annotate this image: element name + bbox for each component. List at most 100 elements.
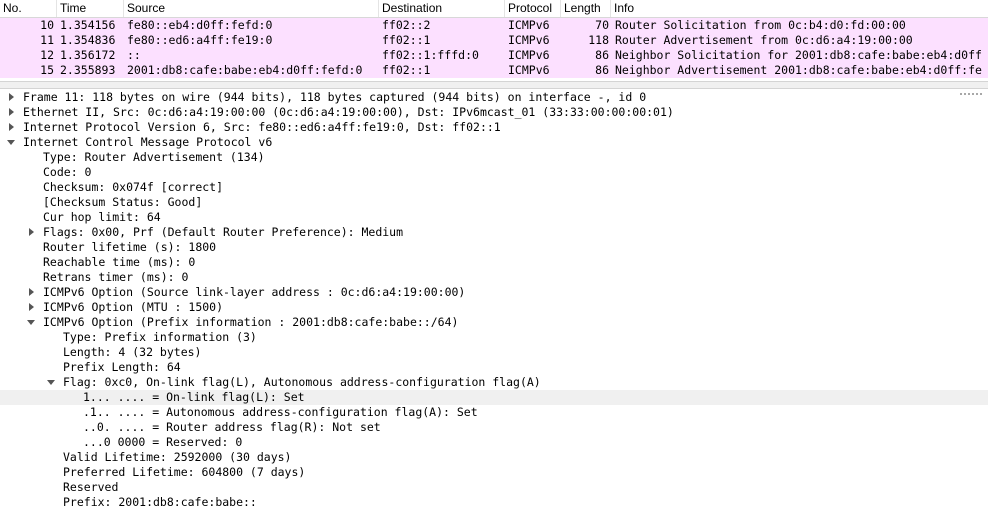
collapsed-arrow-icon[interactable]: [6, 90, 18, 105]
detail-row[interactable]: Frame 11: 118 bytes on wire (944 bits), …: [0, 90, 988, 105]
detail-row[interactable]: .1.. .... = Autonomous address-configura…: [0, 405, 988, 420]
detail-row[interactable]: Router lifetime (s): 1800: [0, 240, 988, 255]
detail-text: Type: Prefix information (3): [63, 330, 257, 344]
detail-text: Type: Router Advertisement (134): [43, 150, 265, 164]
collapsed-arrow-icon[interactable]: [6, 120, 18, 135]
detail-text: Length: 4 (32 bytes): [63, 345, 202, 359]
detail-text: Frame 11: 118 bytes on wire (944 bits), …: [23, 90, 647, 104]
detail-row[interactable]: Ethernet II, Src: 0c:d6:a4:19:00:00 (0c:…: [0, 105, 988, 120]
packet-destination: ff02::1: [382, 33, 431, 47]
detail-row[interactable]: Prefix: 2001:db8:cafe:babe::: [0, 495, 988, 510]
column-header-time[interactable]: Time: [57, 0, 124, 17]
packet-destination: ff02::2: [382, 18, 431, 32]
packet-details-pane: Frame 11: 118 bytes on wire (944 bits), …: [0, 89, 988, 510]
detail-row[interactable]: Length: 4 (32 bytes): [0, 345, 988, 360]
column-header-no[interactable]: No.: [0, 0, 57, 17]
expanded-arrow-icon[interactable]: [46, 375, 58, 390]
packet-no: 12: [40, 48, 54, 62]
packet-source: fe80::ed6:a4ff:fe19:0: [127, 33, 273, 47]
detail-text: Router lifetime (s): 1800: [43, 240, 217, 254]
detail-row[interactable]: Internet Protocol Version 6, Src: fe80::…: [0, 120, 988, 135]
detail-row[interactable]: ICMPv6 Option (MTU : 1500): [0, 300, 988, 315]
detail-row[interactable]: ICMPv6 Option (Prefix information : 2001…: [0, 315, 988, 330]
detail-row[interactable]: Preferred Lifetime: 604800 (7 days): [0, 465, 988, 480]
detail-text: ..0. .... = Router address flag(R): Not …: [83, 420, 381, 434]
packet-no: 11: [40, 33, 54, 47]
detail-row[interactable]: Reachable time (ms): 0: [0, 255, 988, 270]
detail-text: Ethernet II, Src: 0c:d6:a4:19:00:00 (0c:…: [23, 105, 674, 119]
detail-row[interactable]: [Checksum Status: Good]: [0, 195, 988, 210]
packet-destination: ff02::1: [382, 63, 431, 77]
packet-length: 86: [595, 63, 609, 77]
detail-row[interactable]: ..0. .... = Router address flag(R): Not …: [0, 420, 988, 435]
packet-time: 1.354836: [60, 33, 116, 47]
detail-row[interactable]: 1... .... = On-link flag(L): Set: [0, 390, 988, 405]
detail-text: Code: 0: [43, 165, 92, 179]
packet-protocol: ICMPv6: [508, 48, 550, 62]
detail-text: Cur hop limit: 64: [43, 210, 161, 224]
packet-list-header: No. Time Source Destination Protocol Len…: [0, 0, 988, 18]
expanded-arrow-icon[interactable]: [6, 135, 18, 150]
detail-text: Reserved: [63, 480, 119, 494]
detail-row[interactable]: ICMPv6 Option (Source link-layer address…: [0, 285, 988, 300]
detail-text: ICMPv6 Option (Prefix information : 2001…: [43, 315, 459, 329]
column-header-info[interactable]: Info: [611, 0, 988, 17]
packet-protocol: ICMPv6: [508, 18, 550, 32]
pane-splitter[interactable]: [0, 81, 988, 95]
detail-row[interactable]: Prefix Length: 64: [0, 360, 988, 375]
column-header-source[interactable]: Source: [124, 0, 379, 17]
column-header-destination[interactable]: Destination: [379, 0, 505, 17]
detail-text: Retrans timer (ms): 0: [43, 270, 189, 284]
packet-list-pane: No. Time Source Destination Protocol Len…: [0, 0, 988, 81]
packet-protocol: ICMPv6: [508, 33, 550, 47]
packet-row[interactable]: 10 1.354156 fe80::eb4:d0ff:fefd:0 ff02::…: [0, 18, 988, 33]
detail-text: Internet Control Message Protocol v6: [23, 135, 273, 149]
collapsed-arrow-icon[interactable]: [26, 225, 38, 240]
detail-row[interactable]: Flags: 0x00, Prf (Default Router Prefere…: [0, 225, 988, 240]
detail-text: .1.. .... = Autonomous address-configura…: [83, 405, 478, 419]
collapsed-arrow-icon[interactable]: [26, 285, 38, 300]
detail-row[interactable]: Type: Router Advertisement (134): [0, 150, 988, 165]
detail-text: Preferred Lifetime: 604800 (7 days): [63, 465, 306, 479]
packet-destination: ff02::1:fffd:0: [382, 48, 479, 62]
packet-row[interactable]: 11 1.354836 fe80::ed6:a4ff:fe19:0 ff02::…: [0, 33, 988, 48]
detail-text: Prefix Length: 64: [63, 360, 181, 374]
packet-source: fe80::eb4:d0ff:fefd:0: [127, 18, 273, 32]
collapsed-arrow-icon[interactable]: [26, 300, 38, 315]
detail-row[interactable]: Flag: 0xc0, On-link flag(L), Autonomous …: [0, 375, 988, 390]
packet-time: 1.354156: [60, 18, 116, 32]
detail-row[interactable]: Internet Control Message Protocol v6: [0, 135, 988, 150]
detail-text: Checksum: 0x074f [correct]: [43, 180, 224, 194]
detail-text: ICMPv6 Option (Source link-layer address…: [43, 285, 466, 299]
detail-text: Reachable time (ms): 0: [43, 255, 196, 269]
packet-protocol: ICMPv6: [508, 63, 550, 77]
packet-info: Router Advertisement from 0c:d6:a4:19:00…: [615, 33, 913, 47]
packet-no: 10: [40, 18, 54, 32]
detail-text: Prefix: 2001:db8:cafe:babe::: [63, 495, 257, 509]
detail-text: [Checksum Status: Good]: [43, 195, 203, 209]
packet-length: 86: [595, 48, 609, 62]
packet-no: 15: [40, 63, 54, 77]
packet-row[interactable]: 15 2.355893 2001:db8:cafe:babe:eb4:d0ff:…: [0, 63, 988, 78]
detail-row[interactable]: Reserved: [0, 480, 988, 495]
packet-source: 2001:db8:cafe:babe:eb4:d0ff:fefd:0: [127, 63, 363, 77]
detail-row[interactable]: Valid Lifetime: 2592000 (30 days): [0, 450, 988, 465]
column-header-protocol[interactable]: Protocol: [505, 0, 561, 17]
detail-text: Internet Protocol Version 6, Src: fe80::…: [23, 120, 501, 134]
packet-row[interactable]: 12 1.356172 :: ff02::1:fffd:0 ICMPv6 86 …: [0, 48, 988, 63]
detail-text: Flag: 0xc0, On-link flag(L), Autonomous …: [63, 375, 541, 389]
detail-row[interactable]: Type: Prefix information (3): [0, 330, 988, 345]
detail-row[interactable]: Cur hop limit: 64: [0, 210, 988, 225]
packet-source: ::: [127, 48, 141, 62]
detail-text: ...0 0000 = Reserved: 0: [83, 435, 243, 449]
detail-row[interactable]: Code: 0: [0, 165, 988, 180]
detail-row[interactable]: Checksum: 0x074f [correct]: [0, 180, 988, 195]
packet-info: Neighbor Advertisement 2001:db8:cafe:bab…: [615, 63, 982, 77]
detail-row[interactable]: Retrans timer (ms): 0: [0, 270, 988, 285]
column-header-length[interactable]: Length: [561, 0, 611, 17]
detail-row[interactable]: ...0 0000 = Reserved: 0: [0, 435, 988, 450]
packet-length: 70: [595, 18, 609, 32]
expanded-arrow-icon[interactable]: [26, 315, 38, 330]
collapsed-arrow-icon[interactable]: [6, 105, 18, 120]
detail-text: 1... .... = On-link flag(L): Set: [83, 390, 305, 404]
